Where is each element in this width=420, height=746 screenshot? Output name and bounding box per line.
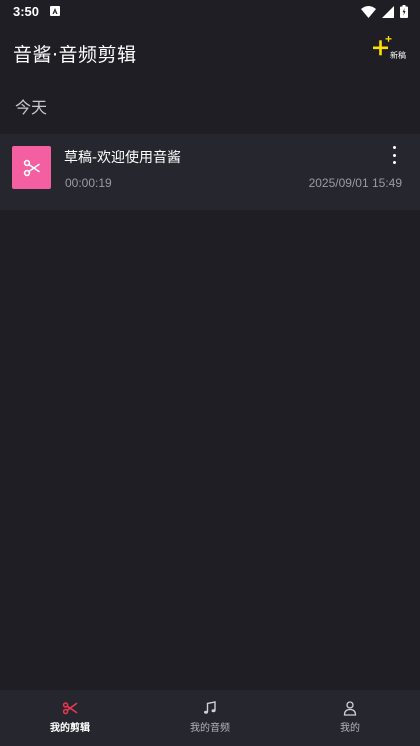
- status-icons: [361, 5, 408, 18]
- list-item[interactable]: 草稿-欢迎使用音酱 00:00:19 2025/09/01 15:49: [0, 134, 420, 210]
- nav-label: 我的: [340, 723, 360, 734]
- scissors-icon: [62, 702, 78, 715]
- app-screen: 3:50 音酱·音频剪辑 新稿 今天 草稿-欢迎使用音酱 00:00:19 20…: [0, 0, 420, 746]
- bottom-navigation: 我的剪辑 我的音频 我的: [0, 690, 420, 746]
- draft-thumbnail: [12, 146, 51, 189]
- nav-label: 我的剪辑: [50, 723, 90, 734]
- status-bar: 3:50: [0, 0, 420, 24]
- new-draft-label: 新稿: [390, 51, 406, 60]
- more-dot: [392, 153, 396, 157]
- more-dot: [392, 146, 396, 149]
- new-draft-button[interactable]: 新稿: [370, 36, 410, 64]
- draft-title: 草稿-欢迎使用音酱: [64, 150, 182, 166]
- draft-duration: 00:00:19: [65, 176, 112, 190]
- battery-icon: [400, 5, 408, 18]
- more-options-button[interactable]: [384, 144, 404, 166]
- nav-item-my-edits[interactable]: 我的剪辑: [0, 690, 140, 746]
- status-time: 3:50: [13, 4, 40, 19]
- section-header-today: 今天: [15, 98, 48, 117]
- more-dot: [392, 161, 396, 164]
- notification-icon: [50, 6, 60, 16]
- nav-item-me[interactable]: 我的: [280, 690, 420, 746]
- music-note-icon: [204, 701, 216, 714]
- wifi-icon: [361, 5, 376, 18]
- draft-date: 2025/09/01 15:49: [308, 176, 402, 190]
- nav-label: 我的音频: [190, 723, 230, 734]
- page-title: 音酱·音频剪辑: [13, 44, 137, 66]
- nav-item-my-audio[interactable]: 我的音频: [140, 690, 280, 746]
- person-icon: [343, 701, 357, 716]
- scissors-icon: [23, 159, 40, 176]
- signal-icon: [382, 5, 394, 18]
